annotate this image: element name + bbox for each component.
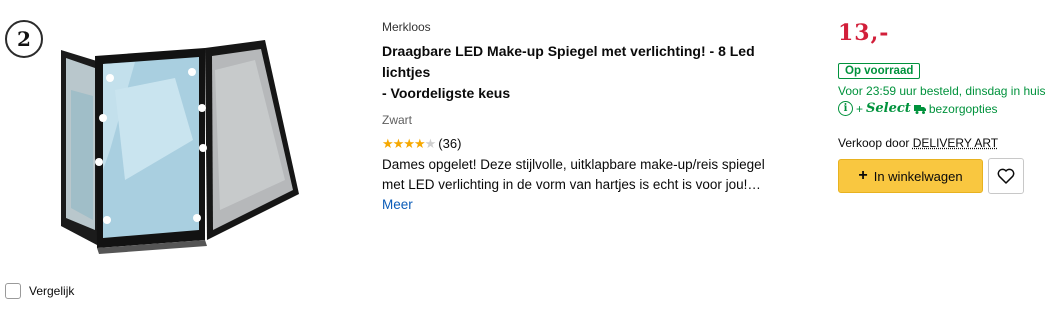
compare-checkbox-box[interactable] xyxy=(5,283,21,299)
compare-label: Vergelijk xyxy=(29,284,75,298)
rating-stars: ★ ★ ★ ★ ★ xyxy=(382,136,437,151)
heart-icon xyxy=(997,168,1015,184)
select-suffix: bezorgopties xyxy=(928,101,998,116)
product-image[interactable] xyxy=(55,30,315,260)
product-price: 13,- xyxy=(838,20,890,46)
star-icon: ★ xyxy=(392,136,405,151)
seller-link[interactable]: DELIVERY ART xyxy=(913,136,998,150)
rating-count: (36) xyxy=(438,136,462,151)
info-icon[interactable]: i xyxy=(838,101,853,116)
product-info: Merkloos Draagbare LED Make-up Spiegel m… xyxy=(382,20,802,215)
star-icon: ★ xyxy=(424,136,437,151)
product-rating[interactable]: ★ ★ ★ ★ ★ (36) xyxy=(382,136,802,151)
product-description: Dames opgelet! Deze stijlvolle, uitklapb… xyxy=(382,155,802,195)
product-title-line-1[interactable]: Draagbare LED Make-up Spiegel met verlic… xyxy=(382,41,802,83)
product-variant: Zwart xyxy=(382,113,412,127)
star-icon: ★ xyxy=(382,136,394,151)
mirror-right-panel xyxy=(205,40,299,240)
mirror-left-panel xyxy=(61,50,100,245)
more-link[interactable]: Meer xyxy=(382,195,802,215)
product-brand[interactable]: Merkloos xyxy=(382,20,802,34)
star-icon: ★ xyxy=(403,136,415,151)
truck-icon xyxy=(913,104,926,114)
delivery-promise: Voor 23:59 uur besteld, dinsdag in huis xyxy=(838,84,1046,98)
seller-prefix: Verkoop door xyxy=(838,136,910,150)
product-description-line-2: met LED verlichting in de vorm van hartj… xyxy=(382,177,761,192)
rank-badge: 2 xyxy=(5,20,43,58)
stock-badge: Op voorraad xyxy=(838,63,921,79)
seller-info: Verkoop door DELIVERY ART xyxy=(838,136,1063,150)
compare-checkbox[interactable]: Vergelijk xyxy=(5,283,74,299)
product-title-line-2[interactable]: - Voordeligste keus xyxy=(382,83,802,104)
add-to-cart-button[interactable]: + In winkelwagen xyxy=(838,159,983,193)
product-title[interactable]: Draagbare LED Make-up Spiegel met verlic… xyxy=(382,41,802,104)
star-icon: ★ xyxy=(413,136,426,151)
select-plus: + xyxy=(856,101,864,116)
buy-box: 13,- Op voorraad Voor 23:59 uur besteld,… xyxy=(838,20,1063,194)
product-description-line-1: Dames opgelet! Deze stijlvolle, uitklapb… xyxy=(382,157,765,172)
select-delivery-options[interactable]: i + Select bezorgopties xyxy=(838,101,1063,116)
wishlist-button[interactable] xyxy=(988,158,1024,194)
add-to-cart-label: In winkelwagen xyxy=(873,168,963,184)
plus-icon: + xyxy=(858,167,868,184)
buy-actions: + In winkelwagen xyxy=(838,158,1063,194)
select-logo: Select xyxy=(866,101,911,116)
